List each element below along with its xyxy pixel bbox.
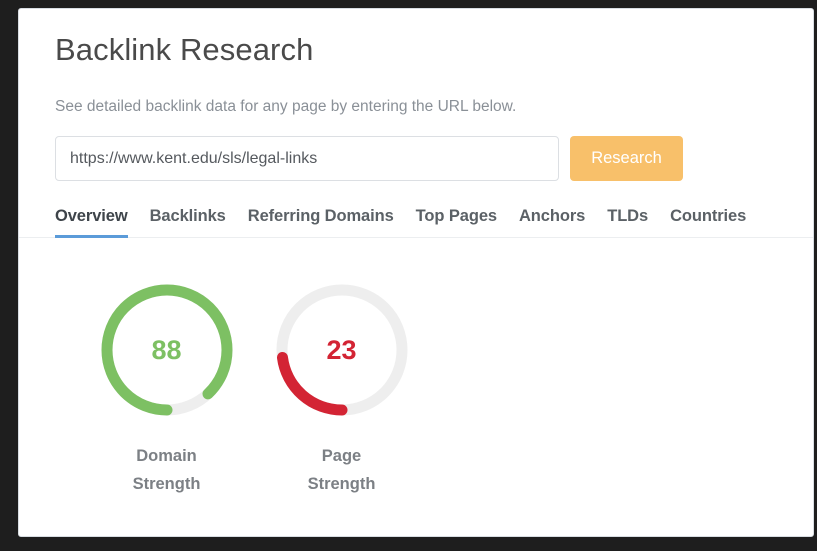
page-strength-gauge: 23 <box>272 280 412 420</box>
tab-top-pages[interactable]: Top Pages <box>416 207 497 238</box>
page-title: Backlink Research <box>55 32 314 67</box>
page-strength-label-line2: Strength <box>307 475 376 494</box>
domain-strength-label-line1: Domain <box>136 447 197 466</box>
research-button[interactable]: Research <box>570 136 683 182</box>
page-strength-label: Page Strength <box>254 442 429 498</box>
domain-strength-value: 88 <box>151 334 182 365</box>
domain-strength-block: 88 Domain Strength <box>79 280 254 498</box>
search-row: Research <box>55 116 777 182</box>
tab-overview[interactable]: Overview <box>55 207 128 239</box>
domain-strength-gauge: 88 <box>97 280 237 420</box>
tab-bar: Overview Backlinks Referring Domains Top… <box>19 207 813 239</box>
tab-backlinks[interactable]: Backlinks <box>150 207 226 238</box>
page-strength-block: 23 Page Strength <box>254 280 429 498</box>
tab-referring-domains[interactable]: Referring Domains <box>248 207 394 238</box>
backlink-research-card: Backlink Research See detailed backlink … <box>18 8 814 537</box>
strength-gauges: 88 Domain Strength 23 Page Strength <box>19 238 813 498</box>
tab-countries[interactable]: Countries <box>670 207 746 238</box>
tab-tlds[interactable]: TLDs <box>607 207 648 238</box>
page-strength-label-line1: Page <box>321 447 362 466</box>
domain-strength-label: Domain Strength <box>79 442 254 498</box>
tab-anchors[interactable]: Anchors <box>519 207 585 238</box>
card-header: Backlink Research See detailed backlink … <box>19 9 813 182</box>
page-strength-value: 23 <box>326 334 357 365</box>
screenshot-frame: Backlink Research See detailed backlink … <box>0 0 817 551</box>
page-subtitle: See detailed backlink data for any page … <box>55 98 517 116</box>
url-search-input[interactable] <box>55 136 559 182</box>
domain-strength-label-line2: Strength <box>132 475 201 494</box>
